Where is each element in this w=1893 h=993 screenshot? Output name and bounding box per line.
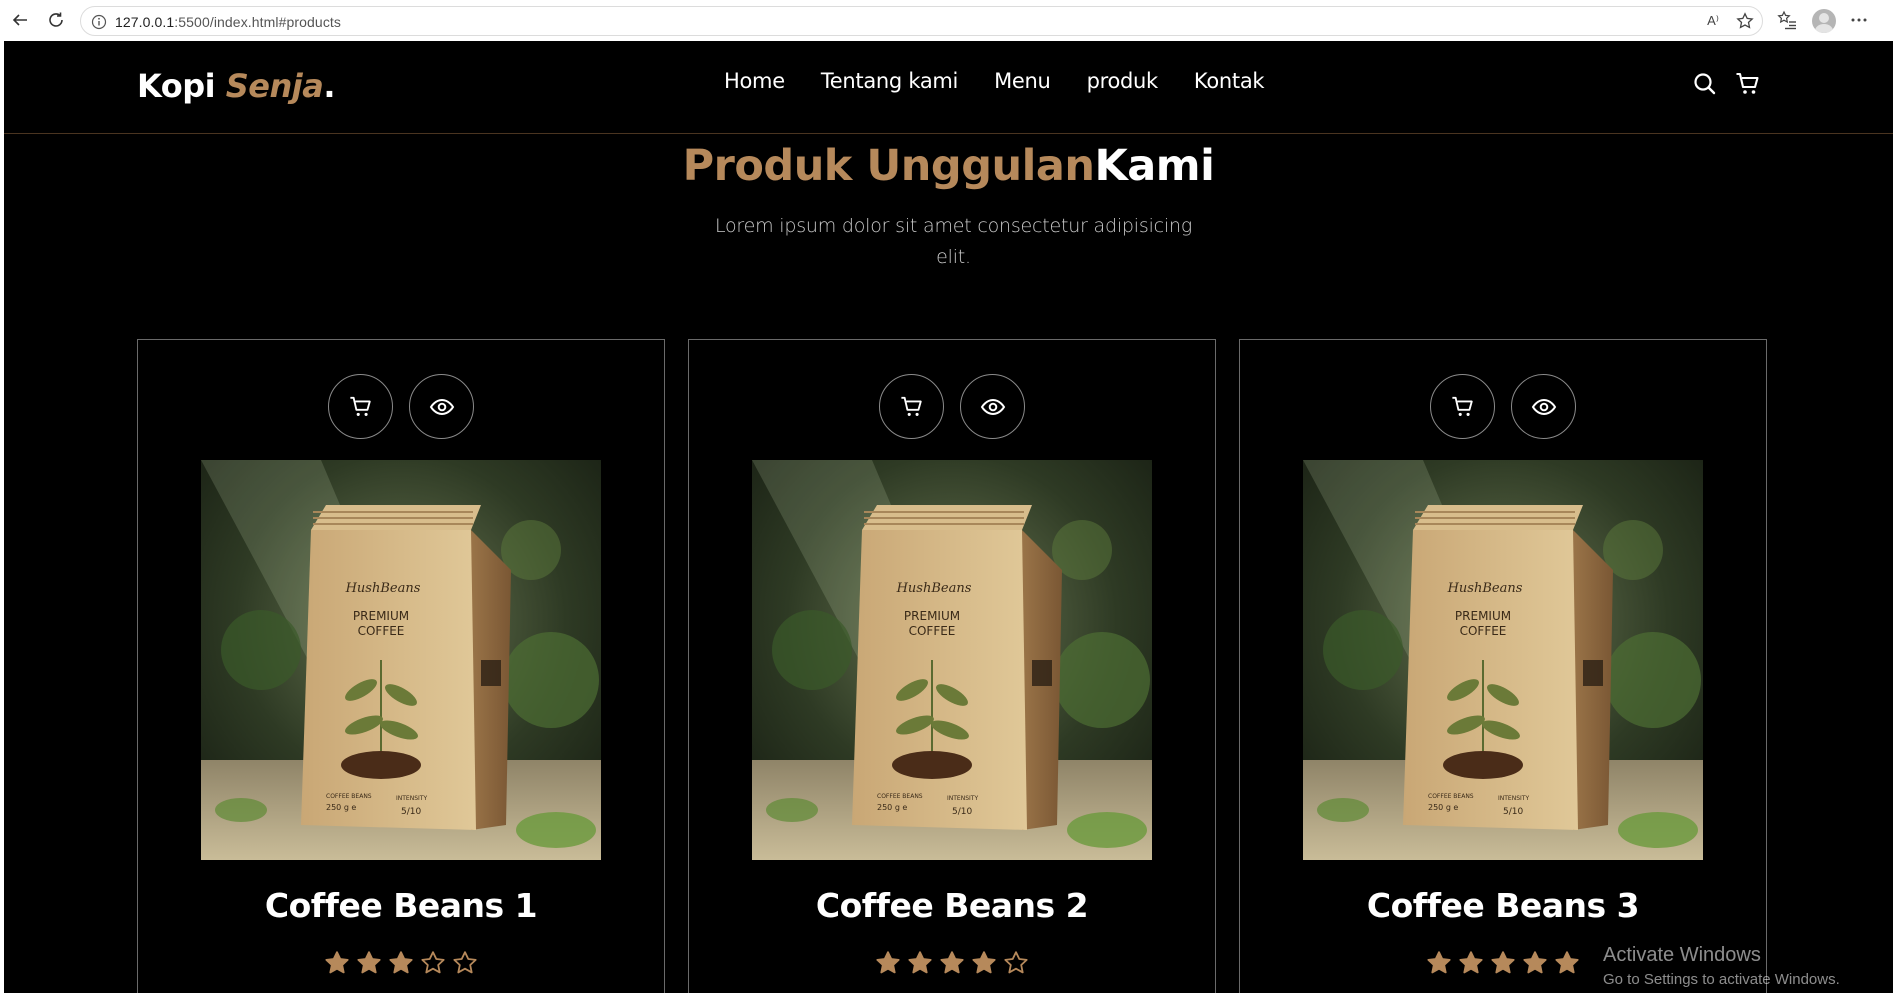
star-filled-icon <box>940 951 964 974</box>
product-title: Coffee Beans 2 <box>815 886 1089 925</box>
star-filled-icon <box>1459 951 1483 974</box>
bag-intensity: 5/10 <box>1503 807 1523 817</box>
cart-icon <box>349 396 371 416</box>
product-card: HushBeans PREMIUM COFFEE COFFEE BEANS 25… <box>1239 339 1767 993</box>
bag-intensity: 5/10 <box>952 807 972 817</box>
bag-line2: COFFEE <box>909 624 956 638</box>
star-filled-icon <box>325 951 349 974</box>
bag-weight-label: COFFEE BEANS <box>326 793 372 800</box>
nav-link-produk[interactable]: produk <box>1087 69 1159 93</box>
watermark-subtitle: Go to Settings to activate Windows. <box>1603 971 1840 988</box>
cart-icon <box>1451 396 1473 416</box>
star-empty-icon <box>453 951 477 974</box>
product-rating <box>138 950 664 976</box>
add-to-cart-button[interactable] <box>879 374 944 439</box>
product-title: Coffee Beans 3 <box>1366 886 1640 925</box>
bag-intensity: 5/10 <box>401 807 421 817</box>
coffee-bag-image: HushBeans PREMIUM COFFEE COFFEE BEANS 25… <box>1303 460 1703 860</box>
bag-brand: HushBeans <box>896 581 972 596</box>
bag-brand: HushBeans <box>1447 581 1523 596</box>
logo-accent: Senja <box>225 67 324 105</box>
star-filled-icon <box>1555 951 1579 974</box>
product-image: HushBeans PREMIUM COFFEE COFFEE BEANS 25… <box>1303 460 1703 860</box>
browser-toolbar: 127.0.0.1:5500/index.html#products A⁾ <box>0 0 1893 41</box>
more-options-icon[interactable] <box>1848 9 1870 31</box>
nav-link-menu[interactable]: Menu <box>994 69 1051 93</box>
bag-line1: PREMIUM <box>904 609 960 623</box>
site-logo[interactable]: Kopi Senja. <box>137 67 335 105</box>
bag-intensity-label: INTENSITY <box>1498 795 1529 802</box>
product-rating <box>689 950 1215 976</box>
star-filled-icon <box>1523 951 1547 974</box>
bag-intensity-label: INTENSITY <box>947 795 978 802</box>
quick-view-button[interactable] <box>960 374 1025 439</box>
site-navbar: Kopi Senja. Home Tentang kami Menu produ… <box>4 41 1893 134</box>
star-empty-icon <box>1004 951 1028 974</box>
section-title: Produk UnggulanKami <box>4 141 1893 191</box>
cart-icon <box>900 396 922 416</box>
star-filled-icon <box>1491 951 1515 974</box>
product-card: HushBeans PREMIUM COFFEE COFFEE BEANS 25… <box>137 339 665 993</box>
add-to-cart-button[interactable] <box>1430 374 1495 439</box>
nav-link-kontak[interactable]: Kontak <box>1194 69 1265 93</box>
star-filled-icon <box>908 951 932 974</box>
star-filled-icon <box>357 951 381 974</box>
bag-weight: 250 g e <box>1428 803 1458 812</box>
bag-line1: PREMIUM <box>353 609 409 623</box>
star-filled-icon <box>389 951 413 974</box>
favorite-star-icon[interactable] <box>1734 10 1756 32</box>
bag-line1: PREMIUM <box>1455 609 1511 623</box>
bag-weight: 250 g e <box>877 803 907 812</box>
product-image: HushBeans PREMIUM COFFEE COFFEE BEANS 25… <box>752 460 1152 860</box>
address-bar[interactable]: 127.0.0.1:5500/index.html#products A⁾ <box>80 6 1763 36</box>
bag-weight-label: COFFEE BEANS <box>877 793 923 800</box>
product-card: HushBeans PREMIUM COFFEE COFFEE BEANS 25… <box>688 339 1216 993</box>
add-to-cart-button[interactable] <box>328 374 393 439</box>
logo-dot: . <box>323 67 335 105</box>
star-empty-icon <box>421 951 445 974</box>
bag-intensity-label: INTENSITY <box>396 795 427 802</box>
site-info-icon[interactable] <box>91 14 107 30</box>
bag-weight: 250 g e <box>326 803 356 812</box>
eye-icon <box>1531 398 1556 415</box>
bag-line2: COFFEE <box>358 624 405 638</box>
coffee-bag-image: HushBeans PREMIUM COFFEE COFFEE BEANS 25… <box>201 460 601 860</box>
quick-view-button[interactable] <box>409 374 474 439</box>
watermark-title: Activate Windows <box>1603 944 1761 966</box>
url-path: :5500/index.html#products <box>174 14 342 30</box>
bag-brand: HushBeans <box>345 581 421 596</box>
star-filled-icon <box>1427 951 1451 974</box>
back-icon[interactable] <box>8 8 32 32</box>
favorites-list-icon[interactable] <box>1776 9 1798 31</box>
nav-link-home[interactable]: Home <box>724 69 785 93</box>
url-host: 127.0.0.1 <box>115 14 175 30</box>
logo-main: Kopi <box>137 67 226 105</box>
coffee-bag-image: HushBeans PREMIUM COFFEE COFFEE BEANS 25… <box>752 460 1152 860</box>
nav-menu: Home Tentang kami Menu produk Kontak <box>724 69 1265 93</box>
eye-icon <box>429 398 454 415</box>
bag-weight-label: COFFEE BEANS <box>1428 793 1474 800</box>
bag-line2: COFFEE <box>1460 624 1507 638</box>
star-filled-icon <box>972 951 996 974</box>
profile-avatar-icon[interactable] <box>1812 9 1836 33</box>
cart-icon[interactable] <box>1735 71 1761 97</box>
windows-activation-watermark: Activate Windows Go to Settings to activ… <box>1603 944 1840 988</box>
section-description: Lorem ipsum dolor sit amet consectetur a… <box>714 215 1193 268</box>
url-text: 127.0.0.1:5500/index.html#products <box>115 14 341 30</box>
star-filled-icon <box>876 951 900 974</box>
section-title-rest: Kami <box>1094 141 1215 191</box>
product-title: Coffee Beans 1 <box>264 886 538 925</box>
eye-icon <box>980 398 1005 415</box>
search-icon[interactable] <box>1692 71 1718 97</box>
product-image: HushBeans PREMIUM COFFEE COFFEE BEANS 25… <box>201 460 601 860</box>
quick-view-button[interactable] <box>1511 374 1576 439</box>
nav-link-tentang-kami[interactable]: Tentang kami <box>821 69 959 93</box>
read-aloud-icon[interactable]: A⁾ <box>1702 10 1724 32</box>
reload-icon[interactable] <box>44 8 68 32</box>
section-title-accent: Produk Unggulan <box>682 141 1095 191</box>
page-viewport: Kopi Senja. Home Tentang kami Menu produ… <box>4 41 1893 993</box>
